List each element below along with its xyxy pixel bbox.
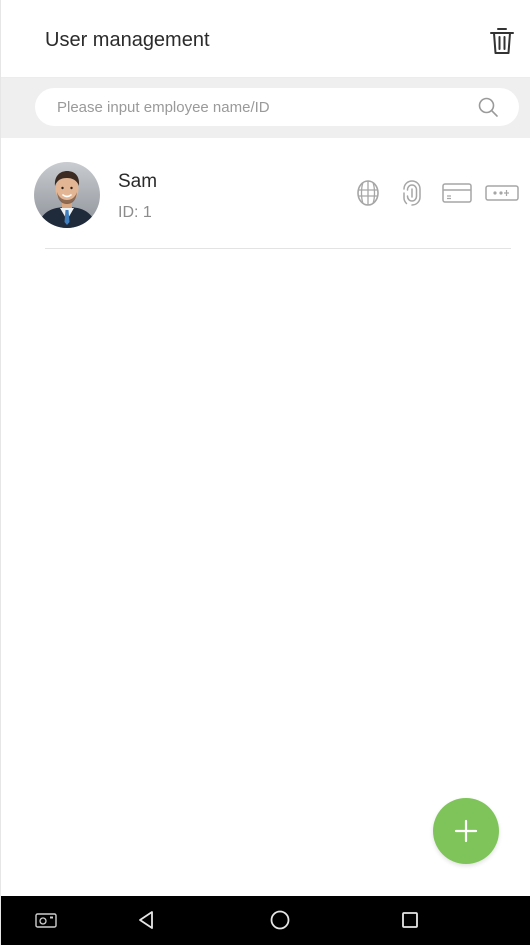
back-button[interactable] bbox=[135, 908, 157, 932]
home-icon bbox=[270, 910, 290, 930]
credential-icons bbox=[353, 178, 519, 208]
face-icon bbox=[353, 178, 383, 208]
recents-icon bbox=[402, 912, 418, 928]
app-header: User management bbox=[1, 0, 530, 78]
card-icon bbox=[441, 178, 473, 208]
search-icon[interactable] bbox=[477, 96, 499, 118]
list-divider bbox=[45, 248, 511, 249]
system-navigation-bar bbox=[1, 896, 530, 945]
page-title: User management bbox=[45, 29, 210, 51]
avatar bbox=[34, 162, 100, 228]
back-icon bbox=[139, 911, 153, 929]
avatar-photo bbox=[34, 162, 100, 228]
search-input[interactable] bbox=[57, 88, 457, 126]
app-screen: User management Please input employee na… bbox=[0, 0, 530, 945]
user-list-item[interactable]: Sam ID: 1 bbox=[1, 140, 530, 248]
screenshot-button[interactable] bbox=[34, 908, 58, 932]
fingerprint-icon bbox=[397, 178, 427, 208]
delete-button[interactable] bbox=[485, 24, 519, 58]
recents-button[interactable] bbox=[399, 908, 421, 932]
user-id: ID: 1 bbox=[118, 204, 152, 221]
trash-icon bbox=[490, 28, 514, 54]
screenshot-icon bbox=[35, 913, 57, 928]
add-user-button[interactable] bbox=[433, 798, 499, 864]
password-icon bbox=[485, 178, 519, 208]
search-box[interactable] bbox=[35, 88, 519, 126]
user-name: Sam bbox=[118, 171, 158, 192]
home-button[interactable] bbox=[268, 908, 292, 932]
plus-icon bbox=[454, 819, 478, 843]
